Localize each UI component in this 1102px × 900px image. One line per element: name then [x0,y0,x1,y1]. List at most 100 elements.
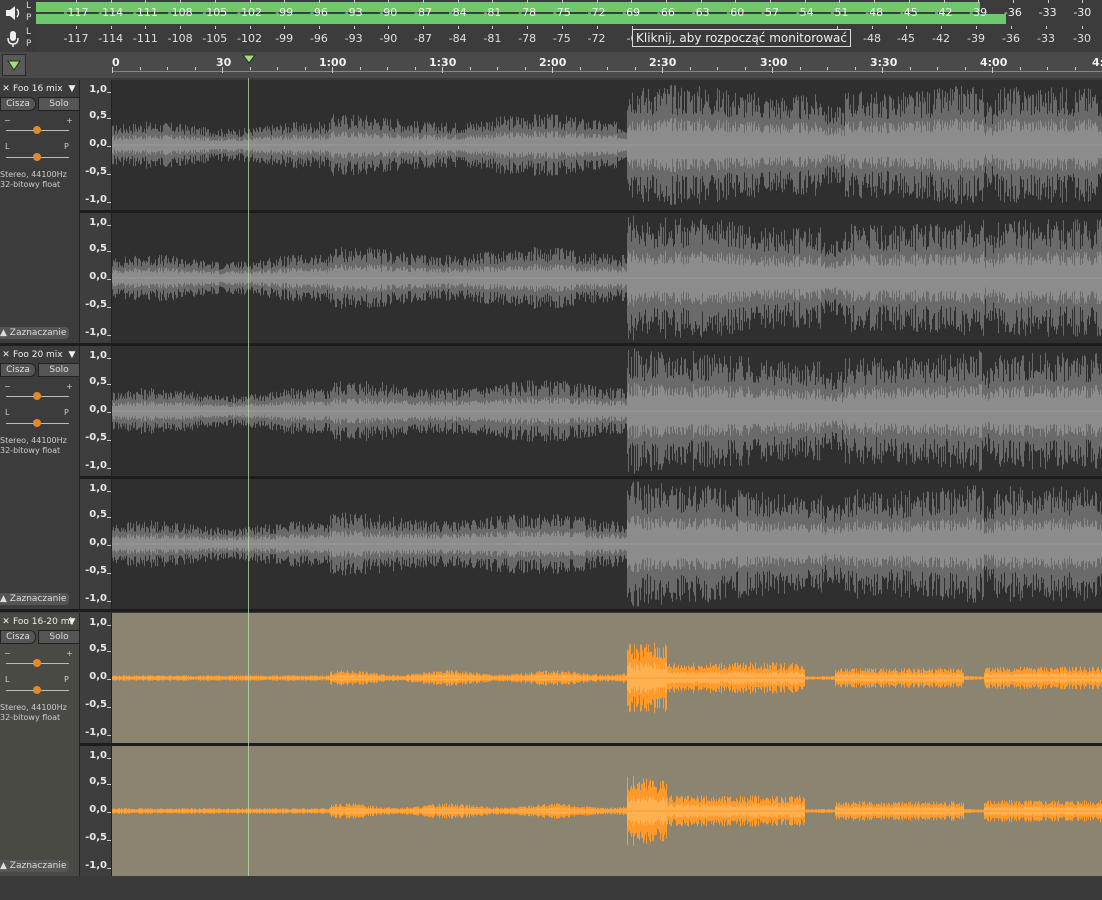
waveform-channel[interactable] [112,80,1102,210]
meter-scale-label: -102 [237,32,262,45]
waveform-channel[interactable] [112,613,1102,743]
select-label: Zaznaczanie [9,594,67,604]
track-name[interactable]: Foo 20 mix [13,348,63,362]
amplitude-tick [107,573,111,574]
amplitude-ruler[interactable]: 1,0 0,5 0,0 -0,5 -1,0 [80,346,112,476]
meter-scale-label: -93 [344,6,363,19]
waveform-channel[interactable] [112,746,1102,876]
meter-scale-label: -63 [691,6,710,19]
meter-tick [561,26,563,29]
close-track-icon[interactable]: ✕ [1,615,11,629]
mute-button[interactable]: Cisza [0,97,36,111]
amplitude-ruler[interactable]: 1,0 0,5 0,0 -0,5 -1,0 [80,613,112,743]
meter-scale-label: -87 [414,32,432,45]
pan-slider-knob[interactable] [33,153,41,161]
amplitude-tick [107,840,111,841]
amplitude-label: -0,5 [85,299,107,310]
gain-minus-label: − [4,116,11,125]
amplitude-ruler[interactable]: 1,0 0,5 0,0 -0,5 -1,0 [80,80,112,210]
track-name-bar[interactable]: ✕ Foo 16 mix ▼ [0,82,79,96]
amplitude-tick [107,601,111,602]
timeline-tick [414,67,416,70]
speaker-icon[interactable] [0,0,26,26]
meter-scale-label: -96 [309,32,328,45]
microphone-icon[interactable] [0,26,26,52]
pan-slider-knob[interactable] [33,686,41,694]
amplitude-label: -0,5 [85,166,107,177]
waveform-channel[interactable] [112,213,1102,343]
timeline-tick [689,67,691,70]
amplitude-ruler[interactable]: 1,0 0,5 0,0 -0,5 -1,0 [80,213,112,343]
waveform-channel[interactable] [112,479,1102,609]
amplitude-ruler[interactable]: 1,0 0,5 0,0 -0,5 -1,0 [80,479,112,609]
select-track-button[interactable]: ▲ Zaznaczanie [0,860,70,872]
meter-scale-label: -108 [167,6,193,19]
amplitude-tick [107,651,111,652]
meter-tick [906,26,907,29]
channel-label-l: L [26,27,32,37]
solo-button[interactable]: Solo [38,97,80,111]
track-name-bar[interactable]: ✕ Foo 16-20 mi ▼ [0,615,79,629]
meter-scale-label: -114 [98,32,124,45]
amplitude-label: -1,0 [85,460,107,471]
meter-scale-label: -108 [167,32,193,45]
gain-plus-label: + [66,382,73,391]
track-menu-chevron-icon[interactable]: ▼ [67,348,77,362]
track-menu-chevron-icon[interactable]: ▼ [67,82,77,96]
gain-slider-knob[interactable] [33,659,41,667]
amplitude-label: -1,0 [85,860,107,871]
mute-button[interactable]: Cisza [0,363,36,377]
track-name[interactable]: Foo 16-20 mi [13,615,72,629]
meter-tick [249,0,251,3]
timeline-label: 4:00 [980,56,1008,69]
amplitude-label: 0,5 [89,509,107,520]
meter-tick [180,26,182,29]
meter-scale-label: -30 [1073,32,1091,45]
meter-scale-label: -114 [98,6,124,19]
meter-scale-label: -84 [448,32,467,45]
amplitude-label: -1,0 [85,194,107,205]
mute-button[interactable]: Cisza [0,630,36,644]
gain-slider-knob[interactable] [33,126,41,134]
track-name[interactable]: Foo 16 mix [13,82,63,96]
close-track-icon[interactable]: ✕ [1,82,11,96]
waveform-channel[interactable] [112,346,1102,476]
meter-tick [596,26,598,29]
select-track-button[interactable]: ▲ Zaznaczanie [0,593,70,605]
meter-tick [110,0,112,3]
track-control-panel[interactable]: ✕ Foo 16-20 mi ▼ Cisza Solo − + L P Ster… [0,613,80,877]
close-track-icon[interactable]: ✕ [1,348,11,362]
pan-right-label: P [64,408,69,417]
meter-tick [353,0,355,3]
amplitude-tick [107,358,111,359]
record-meter[interactable]: L P -117 -114 -111 -108 -105 -102 -99 -96 -93 -90… [0,26,1102,52]
solo-button[interactable]: Solo [38,630,80,644]
track-format-rate: Stereo, 44100Hz [0,436,67,445]
amplitude-tick [107,384,111,385]
pan-right-label: P [64,142,69,151]
timeline-menu-button[interactable] [2,54,26,76]
pan-right-label: P [64,675,69,684]
amplitude-ruler[interactable]: 1,0 0,5 0,0 -0,5 -1,0 [80,746,112,876]
playback-meter[interactable]: L P -117 -114 -111 -108 -105 -102 -99 -96 -93 -90… [0,0,1102,26]
pan-slider-knob[interactable] [33,419,41,427]
track-name-bar[interactable]: ✕ Foo 20 mix ▼ [0,348,79,362]
amplitude-label: 0,0 [89,671,107,682]
select-track-button[interactable]: ▲ Zaznaczanie [0,327,70,339]
gain-slider-knob[interactable] [33,392,41,400]
track-control-panel[interactable]: ✕ Foo 16 mix ▼ Cisza Solo − + L P Stereo… [0,80,80,344]
waveform-svg [112,776,1102,846]
timeline-label: 4:3 [1092,56,1102,69]
meter-tick [874,0,876,3]
track-control-panel[interactable]: ✕ Foo 20 mix ▼ Cisza Solo − + L P Stereo… [0,346,80,610]
timeline-ruler[interactable]: 0301:001:302:002:303:003:304:004:3 [112,52,1102,78]
solo-button[interactable]: Solo [38,363,80,377]
track-menu-chevron-icon[interactable]: ▼ [67,615,77,629]
amplitude-tick [107,174,111,175]
playback-meter-scale: -117 -114 -111 -108 -105 -102 -99 -96 -93 -90 -87 -… [36,0,1102,26]
meter-tick [872,26,873,29]
timeline-tick [909,67,911,70]
meter-scale-label: -96 [309,6,328,19]
play-head-triangle-icon[interactable] [242,54,256,64]
meter-scale-label: -117 [63,32,89,45]
